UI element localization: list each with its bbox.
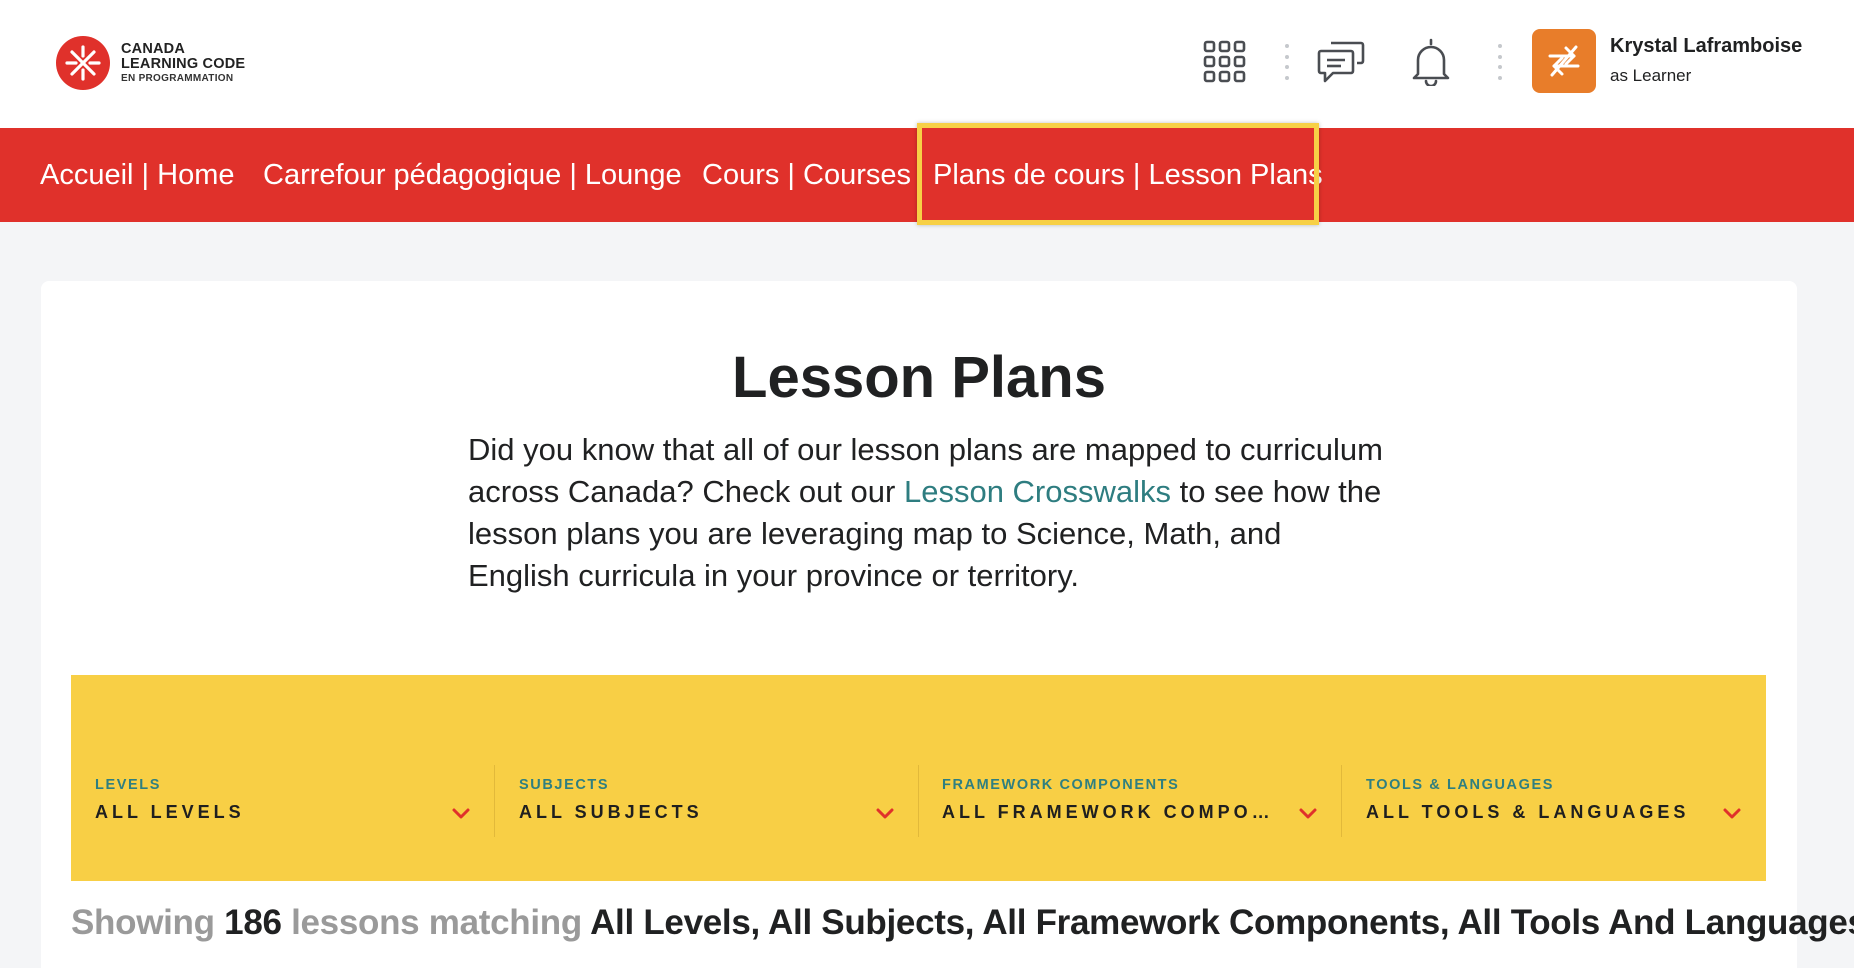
logo-text-line2: LEARNING CODE [121,55,246,72]
filter-bar: LEVELS ALL LEVELS SUBJECTS ALL SUBJECTS … [71,675,1766,881]
lesson-crosswalks-link[interactable]: Lesson Crosswalks [904,474,1171,509]
intro-text: Did you know that all of our lesson plan… [468,429,1388,597]
filter-framework-components[interactable]: FRAMEWORK COMPONENTS ALL FRAMEWORK COMPO… [918,765,1318,837]
user-name: Krystal Laframboise [1610,35,1803,57]
nav-item-lounge[interactable]: Carrefour pédagogique | Lounge [263,128,682,222]
logo-text-line1: CANADA [121,40,186,57]
filter-subjects[interactable]: SUBJECTS ALL SUBJECTS [495,765,895,837]
nav-item-home[interactable]: Accueil | Home [40,128,235,222]
filter-value: ALL SUBJECTS [519,802,703,822]
header-divider [1498,44,1502,80]
filter-label: SUBJECTS [519,777,610,793]
filter-value: ALL LEVELS [95,802,245,822]
results-summary: Showing 186 lessons matching All Levels,… [71,903,1854,943]
filter-label: FRAMEWORK COMPONENTS [942,777,1180,793]
filter-levels[interactable]: LEVELS ALL LEVELS [71,765,471,837]
content-card: Lesson Plans Did you know that all of ou… [41,281,1854,968]
nav-item-lesson-plans[interactable]: Plans de cours | Lesson Plans [933,128,1323,222]
page-title: Lesson Plans [732,345,1106,410]
switch-arrows-icon [1532,29,1596,93]
chevron-down-icon [1723,808,1741,819]
user-menu[interactable]: Krystal Laframboise as Learner [1532,29,1802,93]
app-grid-icon[interactable] [1199,36,1251,88]
nav-item-courses[interactable]: Cours | Courses [702,128,911,222]
results-count: 186 [224,903,282,942]
logo-text-line3: EN PROGRAMMATION [121,72,234,84]
results-prefix: Showing [71,903,215,942]
main-nav: Accueil | Home Carrefour pédagogique | L… [0,128,1854,222]
filter-label: LEVELS [95,777,161,793]
filter-tools-languages[interactable]: TOOLS & LANGUAGES ALL TOOLS & LANGUAGES [1342,765,1742,837]
header-divider [1285,44,1289,80]
filter-label: TOOLS & LANGUAGES [1366,777,1555,793]
top-header: CANADA LEARNING CODE EN PROGRAMMATION Kr… [0,0,1854,128]
chevron-down-icon [876,808,894,819]
chevron-down-icon [1299,808,1317,819]
results-middle: lessons matching [291,903,582,942]
user-role: as Learner [1610,66,1692,85]
logo-icon [56,36,110,90]
message-icon[interactable] [1315,36,1367,88]
site-logo[interactable]: CANADA LEARNING CODE EN PROGRAMMATION [56,36,245,90]
results-criteria: All Levels, All Subjects, All Framework … [590,903,1854,942]
chevron-down-icon [452,808,470,819]
filter-value: ALL TOOLS & LANGUAGES [1366,802,1690,822]
bell-icon[interactable] [1405,36,1457,88]
filter-value: ALL FRAMEWORK COMPO… [942,802,1274,822]
